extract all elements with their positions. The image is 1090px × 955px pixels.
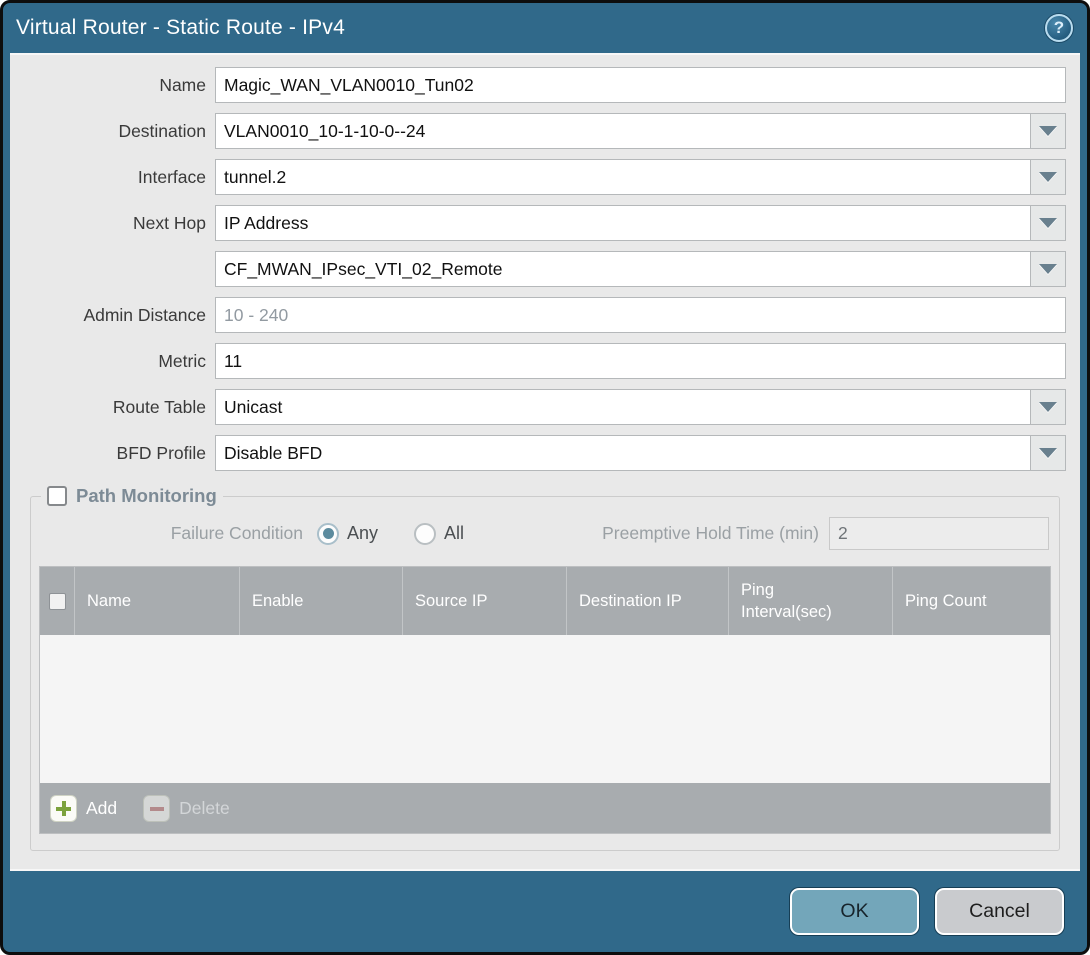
dialog-titlebar: Virtual Router - Static Route - IPv4 ?: [3, 3, 1087, 53]
help-icon[interactable]: ?: [1045, 14, 1073, 42]
path-monitoring-section: Path Monitoring Failure Condition Any Al…: [30, 485, 1060, 851]
delete-button[interactable]: Delete: [143, 795, 230, 822]
bfd-profile-row: BFD Profile: [10, 435, 1080, 471]
delete-button-label: Delete: [179, 798, 230, 819]
route-table-dropdown-button[interactable]: [1030, 389, 1066, 425]
name-row: Name: [10, 67, 1080, 103]
select-all-checkbox[interactable]: [49, 593, 66, 610]
chevron-down-icon: [1039, 218, 1057, 228]
chevron-down-icon: [1039, 448, 1057, 458]
minus-icon: [143, 795, 170, 822]
next-hop-label: Next Hop: [10, 213, 206, 234]
column-header-source-ip[interactable]: Source IP: [402, 567, 566, 635]
destination-row: Destination: [10, 113, 1080, 149]
bfd-profile-label: BFD Profile: [10, 443, 206, 464]
name-label: Name: [10, 75, 206, 96]
admin-distance-row: Admin Distance: [10, 297, 1080, 333]
next-hop-address-dropdown-button[interactable]: [1030, 251, 1066, 287]
failure-condition-label: Failure Condition: [41, 523, 303, 544]
destination-label: Destination: [10, 121, 206, 142]
chevron-down-icon: [1039, 172, 1057, 182]
interface-label: Interface: [10, 167, 206, 188]
chevron-down-icon: [1039, 126, 1057, 136]
dialog-body: Name Destination Interface: [10, 53, 1080, 871]
column-header-name[interactable]: Name: [74, 567, 239, 635]
route-table-input[interactable]: [215, 389, 1030, 425]
path-monitoring-title: Path Monitoring: [76, 485, 217, 507]
interface-input[interactable]: [215, 159, 1030, 195]
path-monitoring-legend: Path Monitoring: [41, 485, 223, 507]
next-hop-address-input[interactable]: [215, 251, 1030, 287]
path-monitoring-checkbox[interactable]: [47, 486, 67, 506]
next-hop-value-row: [10, 251, 1080, 287]
static-route-dialog: Virtual Router - Static Route - IPv4 ? N…: [0, 0, 1090, 955]
column-header-enable[interactable]: Enable: [239, 567, 402, 635]
name-input[interactable]: [215, 67, 1066, 103]
bfd-profile-input[interactable]: [215, 435, 1030, 471]
plus-icon: [50, 795, 77, 822]
admin-distance-input[interactable]: [215, 297, 1066, 333]
preemptive-hold-time-input[interactable]: [829, 517, 1049, 550]
chevron-down-icon: [1039, 264, 1057, 274]
chevron-down-icon: [1039, 402, 1057, 412]
table-toolbar: Add Delete: [40, 783, 1050, 833]
route-table-row: Route Table: [10, 389, 1080, 425]
cancel-button[interactable]: Cancel: [935, 888, 1064, 935]
interface-row: Interface: [10, 159, 1080, 195]
path-monitoring-table: Name Enable Source IP Destination IP Pin…: [39, 566, 1051, 834]
bfd-profile-dropdown-button[interactable]: [1030, 435, 1066, 471]
radio-all-label: All: [444, 523, 464, 544]
failure-condition-row: Failure Condition Any All Preemptive Hol…: [41, 517, 1049, 550]
dialog-title: Virtual Router - Static Route - IPv4: [16, 16, 1045, 40]
add-button[interactable]: Add: [50, 795, 117, 822]
route-table-label: Route Table: [10, 397, 206, 418]
next-hop-type-input[interactable]: [215, 205, 1030, 241]
ok-button[interactable]: OK: [790, 888, 919, 935]
dialog-footer: OK Cancel: [3, 871, 1087, 952]
metric-label: Metric: [10, 351, 206, 372]
admin-distance-label: Admin Distance: [10, 305, 206, 326]
next-hop-row: Next Hop: [10, 205, 1080, 241]
table-header: Name Enable Source IP Destination IP Pin…: [40, 567, 1050, 635]
failure-condition-radios: Any All: [317, 523, 492, 545]
column-header-ping-count[interactable]: Ping Count: [892, 567, 1050, 635]
column-header-destination-ip[interactable]: Destination IP: [566, 567, 728, 635]
destination-dropdown-button[interactable]: [1030, 113, 1066, 149]
preemptive-hold-time-group: Preemptive Hold Time (min): [602, 517, 1049, 550]
next-hop-type-dropdown-button[interactable]: [1030, 205, 1066, 241]
table-body-empty: [40, 635, 1050, 783]
add-button-label: Add: [86, 798, 117, 819]
radio-any-label: Any: [347, 523, 378, 544]
metric-row: Metric: [10, 343, 1080, 379]
destination-input[interactable]: [215, 113, 1030, 149]
metric-input[interactable]: [215, 343, 1066, 379]
preemptive-hold-time-label: Preemptive Hold Time (min): [602, 523, 819, 544]
radio-all[interactable]: [414, 523, 436, 545]
interface-dropdown-button[interactable]: [1030, 159, 1066, 195]
radio-any[interactable]: [317, 523, 339, 545]
column-header-ping-interval[interactable]: Ping Interval(sec): [741, 579, 846, 624]
